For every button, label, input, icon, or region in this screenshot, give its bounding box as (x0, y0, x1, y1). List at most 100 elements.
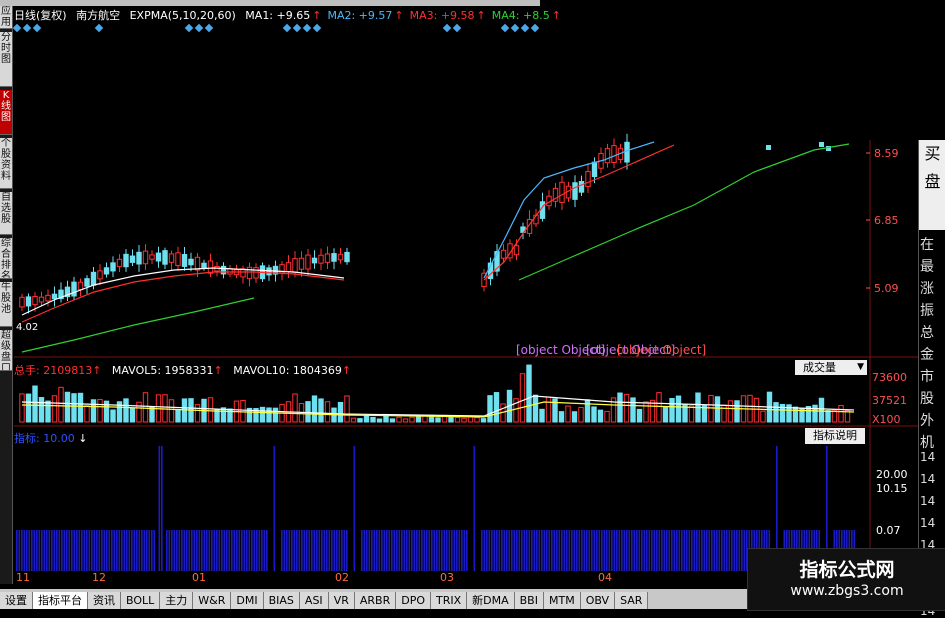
indicator-tab[interactable]: ASI (299, 592, 329, 609)
date-axis-label: 12 (92, 571, 106, 584)
indicator-tab[interactable]: 设置 (0, 592, 33, 609)
indicator-bar (48, 530, 51, 571)
indicator-bar (178, 530, 181, 571)
indicator-bar (296, 530, 298, 571)
indicator-bar (118, 530, 121, 571)
indicator-bar (218, 530, 221, 571)
indicator-tab[interactable]: ARBR (354, 592, 397, 609)
tick-time-label: 14 (920, 450, 936, 464)
candle-body (51, 293, 58, 300)
volume-dropdown[interactable]: 成交量 ▼ (795, 360, 867, 375)
indicator-tab[interactable]: MTM (543, 592, 581, 609)
indicator-bar (523, 530, 526, 571)
volume-bar (383, 415, 389, 423)
sidebar-tab-5[interactable]: 综合排名 (0, 238, 12, 279)
indicator-bar (628, 530, 631, 571)
indicator-bar (446, 530, 448, 571)
quote-field-label: 振 (920, 303, 934, 319)
indicator-tab[interactable]: 指标平台 (33, 592, 88, 609)
volume-bar (32, 385, 38, 423)
indicator-bar (98, 530, 101, 571)
indicator-bar (648, 530, 651, 571)
indicator-tab[interactable]: TRIX (430, 592, 468, 609)
indicator-bar (108, 530, 111, 571)
indicator-bar (353, 446, 356, 571)
indicator-tab[interactable]: SAR (615, 592, 649, 609)
indicator-bar (68, 530, 71, 571)
buy-sell-panel-button[interactable]: 买盘 (919, 140, 945, 230)
indicator-bar (323, 530, 326, 571)
volume-bar (90, 399, 97, 423)
indicator-bar (313, 530, 316, 571)
indicator-bar (141, 530, 143, 571)
sidebar-tab-0[interactable]: 应用 (0, 6, 12, 29)
volume-bar (565, 405, 571, 423)
volume-axis-label: 37521 (872, 394, 907, 407)
volume-axis-label: X100 (872, 413, 901, 426)
indicator-tab[interactable]: 主力 (160, 592, 194, 609)
date-axis-label: 01 (192, 571, 206, 584)
candle-body (155, 252, 162, 262)
tick-time-label: 14 (920, 516, 936, 530)
indicator-bar (171, 530, 173, 571)
indicator-bar (18, 530, 21, 571)
indicator-tab[interactable]: DMI (231, 592, 264, 609)
indicator-bar (23, 530, 26, 571)
indicator-bar (106, 530, 108, 571)
indicator-bar (498, 530, 501, 571)
indicator-bar (731, 530, 733, 571)
sidebar-tab-4[interactable]: 自选股 (0, 192, 12, 235)
ma-red-line (483, 144, 675, 281)
indicator-bar (158, 446, 161, 571)
sidebar-tab-1[interactable]: 分时图 (0, 32, 12, 87)
indicator-bar (443, 530, 446, 571)
chevron-down-icon: ▼ (857, 362, 864, 372)
date-axis-label: 03 (440, 571, 454, 584)
volume-bar (526, 364, 532, 423)
quote-field-label: 总 (920, 325, 934, 341)
indicator-bar (438, 530, 441, 571)
sidebar-tab-7[interactable]: 超级盘口 (0, 330, 12, 371)
indicator-bar (346, 530, 348, 571)
volume-bar (643, 401, 649, 423)
indicator-tab[interactable]: BOLL (121, 592, 161, 609)
indicator-bar (193, 530, 196, 571)
indicator-bar (506, 530, 508, 571)
indicator-tab[interactable]: DPO (396, 592, 431, 609)
indicator-bar (606, 530, 608, 571)
sidebar-tab-6[interactable]: 牛股池 (0, 282, 12, 327)
indicator-tab[interactable]: VR (328, 592, 355, 609)
indicator-bar (638, 530, 641, 571)
indicator-bar (386, 530, 388, 571)
indicator-tab[interactable]: BIAS (263, 592, 300, 609)
tick-time-label: 14 (920, 472, 936, 486)
indicator-bar (188, 530, 191, 571)
indicator-bar (36, 530, 38, 571)
indicator-bar (558, 530, 561, 571)
candle-body (611, 145, 617, 163)
indicator-tab[interactable]: BBI (514, 592, 544, 609)
indicator-bar (46, 530, 48, 571)
indicator-bar (541, 530, 543, 571)
indicator-explain-button[interactable]: 指标说明 (805, 428, 865, 444)
indicator-tab[interactable]: OBV (580, 592, 616, 609)
indicator-bar (501, 530, 503, 571)
indicator-bar (238, 530, 241, 571)
sidebar-tab-2[interactable]: K线图 (0, 90, 12, 135)
indicator-bar (186, 530, 188, 571)
indicator-tab[interactable]: W&R (193, 592, 232, 609)
candle-body (604, 148, 611, 164)
candle-body (123, 253, 129, 268)
sidebar-tab-3[interactable]: 个股资料 (0, 138, 12, 189)
indicator-tab[interactable]: 资讯 (88, 592, 121, 609)
indicator-bar (198, 530, 201, 571)
candle-body (201, 262, 207, 269)
indicator-bar (411, 530, 413, 571)
indicator-bar (576, 530, 578, 571)
indicator-bar (76, 530, 78, 571)
indicator-bar (196, 530, 198, 571)
indicator-bar (281, 530, 283, 571)
candle-body (136, 251, 142, 265)
indicator-bar (336, 530, 338, 571)
indicator-tab[interactable]: 新DMA (467, 592, 515, 609)
